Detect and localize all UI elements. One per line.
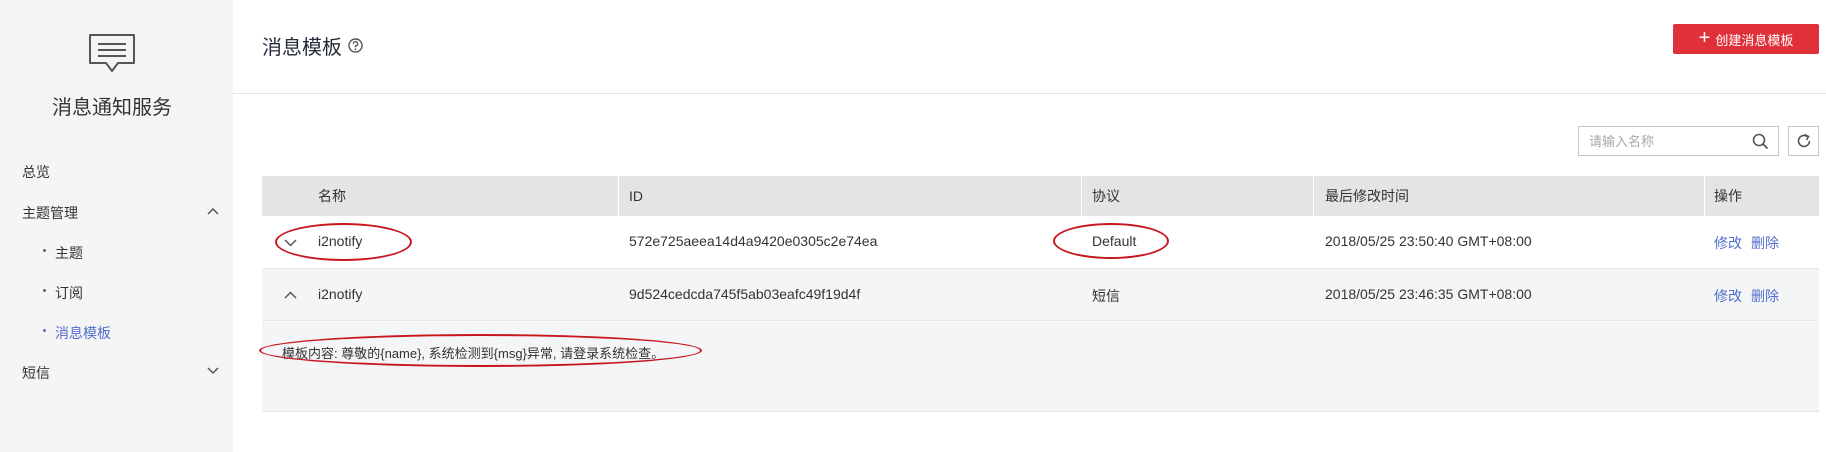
annotation-oval xyxy=(259,334,702,367)
template-protocol: 短信 xyxy=(1092,288,1120,304)
chevron-up-icon[interactable] xyxy=(207,207,219,215)
plus-icon: + xyxy=(1698,27,1711,49)
edit-link[interactable]: 修改 xyxy=(1714,286,1742,306)
column-header-actions[interactable]: 操作 xyxy=(1714,176,1742,216)
search-icon[interactable] xyxy=(1752,133,1769,150)
template-name: i2notify xyxy=(318,286,363,302)
create-template-button[interactable]: + 创建消息模板 xyxy=(1673,24,1819,54)
template-modified-time: 2018/05/25 23:50:40 GMT+08:00 xyxy=(1325,233,1532,249)
nav-subitem-subscription[interactable]: 订阅 xyxy=(55,283,83,303)
column-header-id[interactable]: ID xyxy=(629,176,643,216)
column-header-protocol[interactable]: 协议 xyxy=(1092,176,1120,216)
column-divider xyxy=(1704,176,1705,216)
annotation-oval xyxy=(275,223,412,261)
bullet-icon xyxy=(43,329,46,332)
refresh-button[interactable] xyxy=(1788,126,1819,156)
column-divider xyxy=(618,176,619,216)
bullet-icon xyxy=(43,249,46,252)
refresh-icon xyxy=(1797,133,1811,148)
chevron-up-icon[interactable] xyxy=(284,291,297,299)
help-icon[interactable] xyxy=(348,38,363,53)
search-box xyxy=(1578,126,1779,156)
message-icon xyxy=(89,34,135,72)
edit-link[interactable]: 修改 xyxy=(1714,233,1742,253)
column-divider xyxy=(1081,176,1082,216)
nav-item-overview[interactable]: 总览 xyxy=(22,162,50,182)
column-divider xyxy=(1313,176,1314,216)
service-title: 消息通知服务 xyxy=(52,97,172,119)
delete-link[interactable]: 删除 xyxy=(1751,286,1779,306)
nav-subitem-topic[interactable]: 主题 xyxy=(55,243,83,263)
template-id: 9d524cedcda745f5ab03eafc49f19d4f xyxy=(629,286,861,302)
create-template-label: 创建消息模板 xyxy=(1715,32,1794,48)
table-header: 名称 ID 协议 最后修改时间 操作 xyxy=(262,176,1819,216)
chevron-down-icon[interactable] xyxy=(207,367,219,375)
page-title: 消息模板 xyxy=(262,37,342,59)
sidebar: 消息通知服务 总览 主题管理 主题 订阅 消息模板 短信 xyxy=(0,0,233,452)
column-header-modified-time[interactable]: 最后修改时间 xyxy=(1325,176,1409,216)
nav-subitem-message-template[interactable]: 消息模板 xyxy=(55,323,111,343)
table-row: i2notify 572e725aeea14d4a9420e0305c2e74e… xyxy=(262,216,1819,269)
bullet-icon xyxy=(43,289,46,292)
search-input[interactable] xyxy=(1579,127,1749,155)
header-divider xyxy=(233,93,1826,94)
column-header-name[interactable]: 名称 xyxy=(318,176,346,216)
template-modified-time: 2018/05/25 23:46:35 GMT+08:00 xyxy=(1325,286,1532,302)
table-row: i2notify 9d524cedcda745f5ab03eafc49f19d4… xyxy=(262,269,1819,321)
template-id: 572e725aeea14d4a9420e0305c2e74ea xyxy=(629,233,878,249)
delete-link[interactable]: 删除 xyxy=(1751,233,1779,253)
nav-item-topic-management[interactable]: 主题管理 xyxy=(22,203,78,223)
annotation-oval xyxy=(1053,223,1169,259)
nav-item-sms[interactable]: 短信 xyxy=(22,363,50,383)
